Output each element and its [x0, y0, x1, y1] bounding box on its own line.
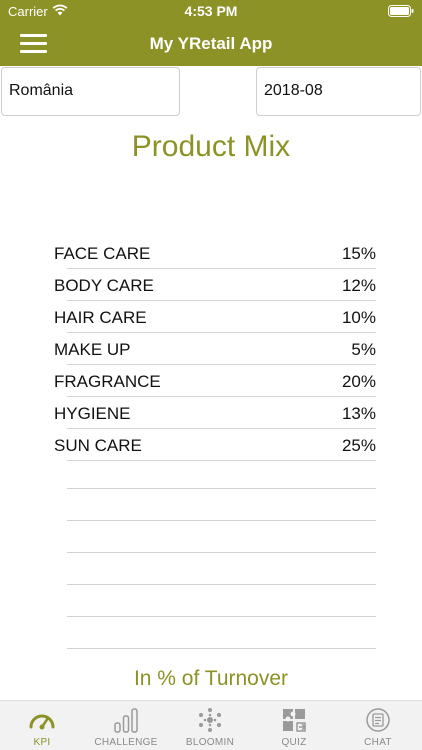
- product-mix-row: BODY CARE 12%: [54, 274, 376, 306]
- product-mix-row: HAIR CARE 10%: [54, 306, 376, 338]
- empty-row-divider: [67, 584, 376, 585]
- gauge-icon: [29, 714, 55, 730]
- tab-label: KPI: [33, 737, 51, 748]
- tab-bar: KPI CHALLENGE BLOOMIN QUIZ CHAT: [0, 700, 422, 750]
- category-percent: 12%: [341, 276, 376, 295]
- product-mix-row: MAKE UP 5%: [54, 338, 376, 370]
- empty-row-divider: [67, 648, 376, 649]
- category-name: FRAGRANCE: [54, 372, 161, 391]
- category-name: FACE CARE: [54, 244, 151, 263]
- empty-row-divider: [67, 552, 376, 553]
- tab-quiz[interactable]: QUIZ: [252, 701, 336, 750]
- product-mix-row: FACE CARE 15%: [54, 242, 376, 274]
- page-title: Product Mix: [131, 130, 291, 163]
- footnote: In % of Turnover: [133, 667, 289, 690]
- country-selector[interactable]: România: [1, 67, 180, 116]
- product-mix-row: SUN CARE 25%: [54, 434, 376, 466]
- tab-label: BLOOMIN: [185, 737, 235, 748]
- category-name: HAIR CARE: [54, 308, 147, 327]
- tab-label: QUIZ: [281, 737, 307, 748]
- puzzle-icon: [283, 709, 307, 732]
- tab-label: CHALLENGE: [94, 737, 158, 748]
- tab-challenge[interactable]: CHALLENGE: [84, 701, 168, 750]
- row-divider: [67, 428, 376, 429]
- category-percent: 13%: [341, 404, 376, 423]
- app-bar: My YRetail App: [0, 22, 422, 66]
- empty-row-divider: [67, 520, 376, 521]
- row-divider: [67, 396, 376, 397]
- empty-row-divider: [67, 488, 376, 489]
- tab-kpi[interactable]: KPI: [0, 701, 84, 750]
- period-selector[interactable]: 2018-08: [256, 67, 421, 116]
- empty-row-divider: [67, 616, 376, 617]
- category-percent: 20%: [341, 372, 376, 391]
- row-divider: [67, 332, 376, 333]
- app-title: My YRetail App: [149, 34, 273, 53]
- row-divider: [67, 268, 376, 269]
- product-mix-row: FRAGRANCE 20%: [54, 370, 376, 402]
- row-divider: [67, 460, 376, 461]
- row-divider: [67, 364, 376, 365]
- tab-bloomin[interactable]: BLOOMIN: [168, 701, 252, 750]
- status-bar: Carrier 4:53 PM: [0, 0, 422, 22]
- tab-label: CHAT: [364, 737, 392, 748]
- status-time: 4:53 PM: [184, 3, 238, 19]
- tab-chat[interactable]: CHAT: [336, 701, 420, 750]
- category-name: HYGIENE: [54, 404, 131, 423]
- product-mix-row: HYGIENE 13%: [54, 402, 376, 434]
- category-percent: 5%: [351, 340, 376, 359]
- category-name: SUN CARE: [54, 436, 142, 455]
- network-icon: [199, 708, 221, 732]
- category-percent: 25%: [341, 436, 376, 455]
- category-name: BODY CARE: [54, 276, 154, 295]
- bar-chart-icon: [114, 708, 138, 733]
- chat-icon: [366, 708, 390, 732]
- row-divider: [67, 300, 376, 301]
- category-percent: 15%: [341, 244, 376, 263]
- header: Carrier 4:53 PM My YRetail App: [0, 0, 422, 66]
- category-percent: 10%: [341, 308, 376, 327]
- battery-icon: [388, 5, 414, 17]
- category-name: MAKE UP: [54, 340, 131, 359]
